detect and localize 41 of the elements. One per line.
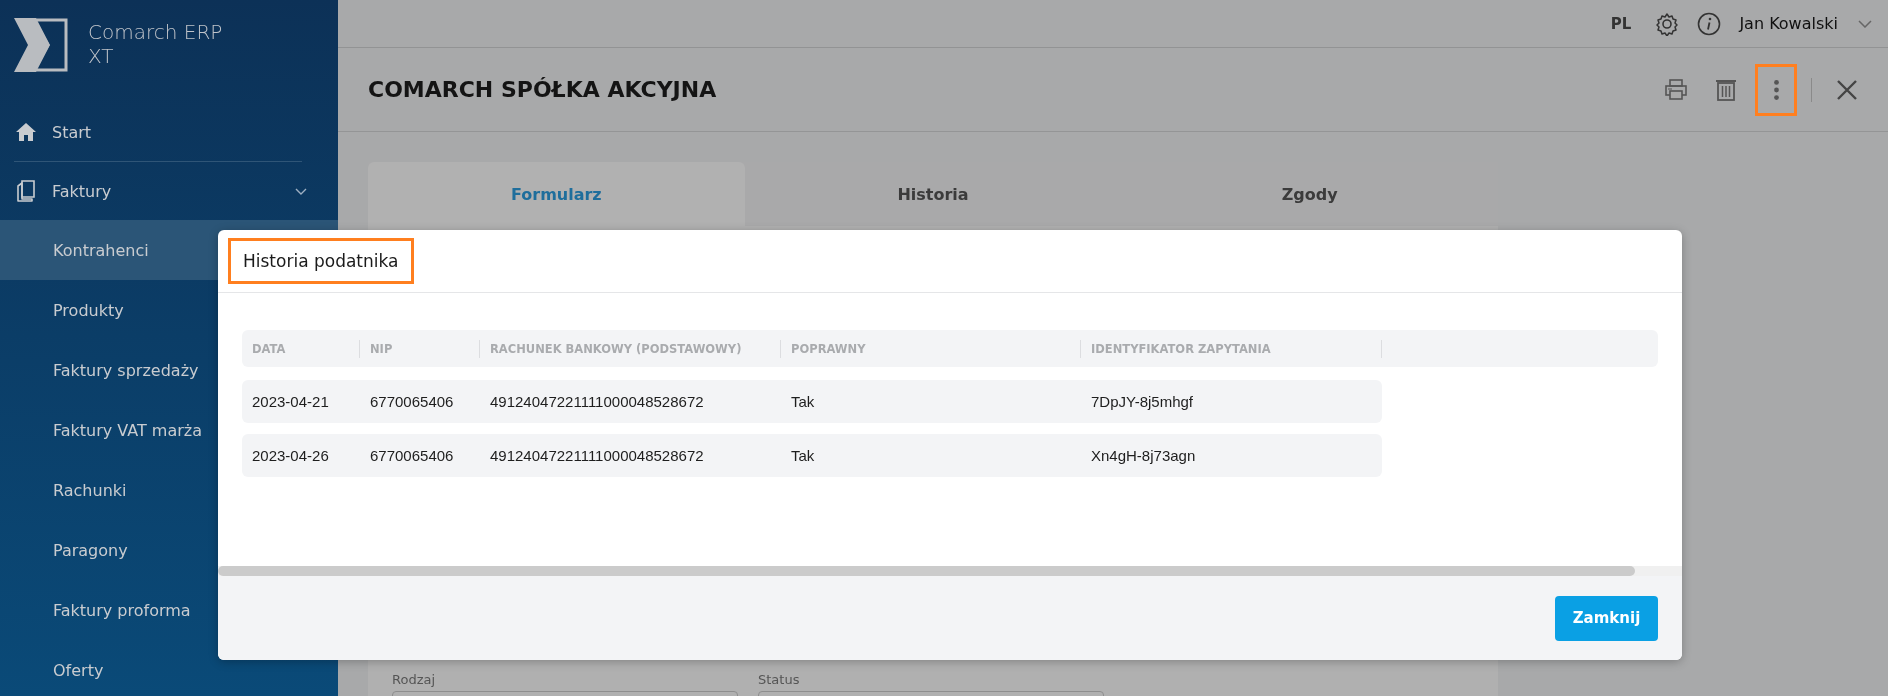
sidebar-label: Start (52, 122, 93, 142)
app-name: Comarch ERP XT (88, 20, 224, 68)
print-icon (1664, 77, 1688, 102)
more-icon (1773, 79, 1779, 100)
column-header: IDENTYFIKATOR ZAPYTANIA (1081, 339, 1382, 358)
column-header: RACHUNEK BANKOWY (PODSTAWOWY) (480, 339, 781, 358)
column-header: POPRAWNY (781, 339, 1081, 358)
scrollbar[interactable] (218, 566, 1682, 576)
more-button[interactable] (1755, 63, 1797, 116)
table-cell-text: 2023-04-21 (251, 393, 330, 410)
tab[interactable]: Zgody (1121, 162, 1498, 226)
table-cell-text: Xn4gH-8j73agn (1090, 447, 1197, 464)
chevron-down-icon[interactable] (1858, 19, 1872, 28)
table-cell-text: Tak (790, 447, 816, 464)
field-label: Status (758, 672, 801, 687)
settings-icon[interactable] (1655, 11, 1680, 36)
sidebar-item[interactable]: Faktury (0, 162, 338, 220)
dialog-title: Historia podatnika (228, 238, 414, 284)
documents-icon (14, 180, 38, 202)
table-cell-text: 49124047221111000048528672 (489, 393, 705, 410)
tab[interactable]: Historia (744, 162, 1122, 226)
info-icon[interactable] (1697, 11, 1722, 36)
table-cell-text: 7DpJY-8j5mhgf (1090, 393, 1194, 410)
close-icon (1835, 77, 1859, 102)
column-header: DATA (242, 339, 360, 358)
table-cell-text: Tak (790, 393, 816, 410)
column-header: NIP (360, 339, 480, 358)
language-selector[interactable]: PL (1610, 14, 1632, 33)
logo-icon (14, 18, 68, 72)
trash-icon (1714, 77, 1738, 102)
sidebar-item[interactable]: Start (0, 103, 338, 161)
table-cell-text: 2023-04-26 (251, 447, 330, 464)
user-menu[interactable]: Jan Kowalski (1739, 14, 1838, 33)
home-icon (14, 122, 38, 142)
table-cell-text: 49124047221111000048528672 (489, 447, 705, 464)
field-label: Rodzaj (392, 672, 437, 687)
sidebar-label: Faktury (52, 181, 113, 201)
table-cell-text: 6770065406 (369, 393, 455, 410)
table-cell-text: 6770065406 (369, 447, 455, 464)
sidebar-item[interactable]: Oferty (0, 640, 338, 696)
page-title: COMARCH SPÓŁKA AKCYJNA (368, 77, 717, 102)
